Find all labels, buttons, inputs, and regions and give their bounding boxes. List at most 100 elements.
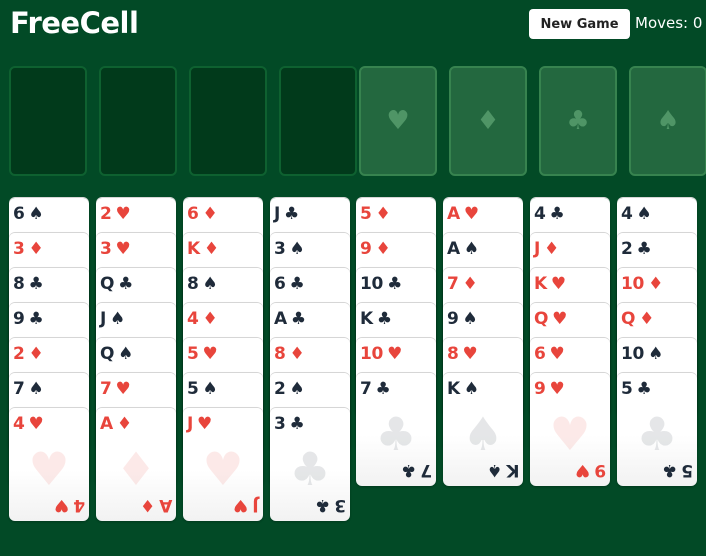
card-rank: 7 xyxy=(447,274,459,294)
card-corner: 7 ♥ xyxy=(100,379,131,399)
card-corner: Q ♣ xyxy=(100,274,133,294)
card-corner: 5 ♥ xyxy=(187,344,218,364)
card-rank: A xyxy=(447,204,460,224)
card-rank: 7 xyxy=(420,460,432,480)
foundation-hearts[interactable]: ♥ xyxy=(359,66,437,176)
card-rank: 3 xyxy=(274,239,286,259)
card-corner: 4 ♣ xyxy=(534,204,565,224)
card-corner: 7 ♣ xyxy=(360,379,391,399)
card-rank: 6 xyxy=(274,274,286,294)
card-rank: 8 xyxy=(13,274,25,294)
diamond-icon: ♦ xyxy=(544,239,559,259)
card-corner: 10 ♥ xyxy=(360,344,402,364)
card-corner: 6 ♣ xyxy=(274,274,305,294)
playing-card[interactable]: J ♥ ♥ J♥ xyxy=(183,408,263,521)
card-corner: 4 ♠ xyxy=(621,204,652,224)
playing-card[interactable]: 7 ♣ ♣ 7♣ xyxy=(356,373,436,486)
playing-card[interactable]: 3 ♣ ♣ 3♣ xyxy=(270,408,350,521)
spade-icon: ♠ xyxy=(110,309,125,329)
card-rank: 9 xyxy=(594,460,606,480)
card-rank: 3 xyxy=(334,495,346,515)
card-corner: J ♠ xyxy=(100,309,125,329)
card-rank: K xyxy=(187,239,200,259)
spade-icon: ♠ xyxy=(118,344,134,364)
club-icon: ♣ xyxy=(636,407,678,461)
card-corner: 8 ♠ xyxy=(187,274,218,294)
free-cell[interactable] xyxy=(189,66,267,176)
heart-icon: ♥ xyxy=(462,344,478,364)
card-rank: 5 xyxy=(187,344,199,364)
card-corner: K ♣ xyxy=(360,309,392,329)
card-corner: 10 ♦ xyxy=(621,274,663,294)
card-corner: 8 ♦ xyxy=(274,344,305,364)
foundation-diamonds[interactable]: ♦ xyxy=(449,66,527,176)
club-icon: ♣ xyxy=(400,460,417,480)
playing-card[interactable]: 9 ♥ ♥ 9♥ xyxy=(530,373,610,486)
card-rank: 5 xyxy=(681,460,693,480)
club-icon: ♣ xyxy=(290,309,306,329)
card-corner: 9 ♠ xyxy=(447,309,478,329)
card-rank: 8 xyxy=(447,344,459,364)
heart-icon: ♥ xyxy=(53,495,70,515)
card-corner: 10 ♣ xyxy=(360,274,402,294)
diamond-icon: ♦ xyxy=(202,309,218,329)
heart-icon: ♥ xyxy=(202,442,244,496)
heart-icon: ♥ xyxy=(463,204,479,224)
card-rank: J xyxy=(534,239,541,259)
card-corner-bottom: K♠ xyxy=(487,460,519,480)
card-rank: 5 xyxy=(187,379,199,399)
card-corner: 3 ♣ xyxy=(274,414,305,434)
playing-card[interactable]: K ♠ ♠ K♠ xyxy=(443,373,523,486)
spade-icon: ♠ xyxy=(289,379,305,399)
card-rank: Q xyxy=(621,309,636,329)
club-icon: ♣ xyxy=(549,204,565,224)
card-rank: 2 xyxy=(100,204,112,224)
heart-icon: ♥ xyxy=(197,414,212,434)
club-icon: ♣ xyxy=(28,274,44,294)
spade-icon: ♠ xyxy=(486,460,502,480)
diamond-icon: ♦ xyxy=(289,344,305,364)
spade-icon: ♠ xyxy=(462,309,478,329)
card-corner: 6 ♥ xyxy=(534,344,565,364)
playing-card[interactable]: A ♦ ♦ A♦ xyxy=(96,408,176,521)
card-rank: J xyxy=(274,204,281,224)
card-rank: 10 xyxy=(621,344,645,364)
diamond-icon: ♦ xyxy=(139,495,155,515)
spade-icon: ♠ xyxy=(28,379,44,399)
card-rank: 2 xyxy=(13,344,25,364)
card-rank: 7 xyxy=(360,379,372,399)
card-rank: 4 xyxy=(187,309,199,329)
spade-icon: ♠ xyxy=(289,239,305,259)
foundation-spades[interactable]: ♠ xyxy=(629,66,706,176)
club-icon: ♣ xyxy=(375,407,417,461)
card-rank: 10 xyxy=(360,274,384,294)
playing-card[interactable]: 5 ♣ ♣ 5♣ xyxy=(617,373,697,486)
card-corner-bottom: 5♣ xyxy=(662,460,693,480)
card-rank: 7 xyxy=(100,379,112,399)
card-corner: K ♠ xyxy=(447,379,479,399)
foundation-clubs[interactable]: ♣ xyxy=(539,66,617,176)
diamond-icon: ♦ xyxy=(203,239,219,259)
heart-icon: ♥ xyxy=(549,344,565,364)
diamond-icon: ♦ xyxy=(648,274,664,294)
card-corner: 8 ♣ xyxy=(13,274,44,294)
new-game-button[interactable]: New Game xyxy=(529,9,630,39)
card-corner: Q ♦ xyxy=(621,309,654,329)
playing-card[interactable]: 4 ♥ ♥ 4♥ xyxy=(9,408,89,521)
card-corner: 3 ♥ xyxy=(100,239,131,259)
card-corner: 9 ♦ xyxy=(360,239,391,259)
heart-icon: ♥ xyxy=(552,309,568,329)
free-cell[interactable] xyxy=(9,66,87,176)
diamond-icon: ♦ xyxy=(462,274,478,294)
club-icon: ♣ xyxy=(118,274,134,294)
card-rank: J xyxy=(187,414,194,434)
club-icon: ♣ xyxy=(387,274,403,294)
card-rank: J xyxy=(252,495,259,515)
diamond-icon: ♦ xyxy=(28,344,44,364)
diamond-icon: ♦ xyxy=(476,106,500,136)
card-corner: 5 ♣ xyxy=(621,379,652,399)
free-cell[interactable] xyxy=(279,66,357,176)
free-cell[interactable] xyxy=(99,66,177,176)
spade-icon: ♠ xyxy=(28,204,44,224)
club-icon: ♣ xyxy=(289,274,305,294)
